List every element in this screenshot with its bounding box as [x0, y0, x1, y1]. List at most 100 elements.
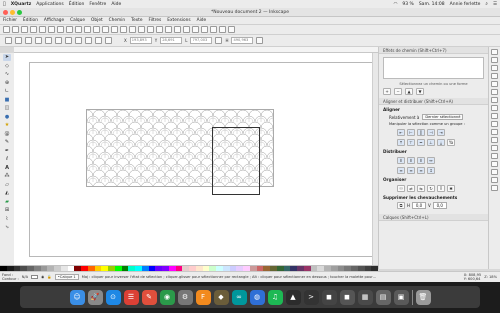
snap-rotation-center-icon[interactable] [491, 153, 498, 159]
zoom-page-icon[interactable] [120, 26, 127, 33]
sketch-dock-icon[interactable]: ✎ [141, 289, 157, 305]
randomize-icon[interactable]: ⁑ [437, 185, 445, 192]
document-properties-icon[interactable] [228, 26, 235, 33]
app-b-dock-icon[interactable]: ▦ [357, 289, 373, 305]
ellipse-tool-icon[interactable]: ● [3, 114, 11, 121]
snap-enable-icon[interactable] [491, 49, 498, 55]
safari-dock-icon[interactable]: ⊙ [105, 289, 121, 305]
select-all-layers-icon[interactable] [15, 37, 22, 44]
zoom-readout[interactable]: Z: 18% [484, 275, 500, 279]
text-tool-icon[interactable]: A [3, 165, 11, 172]
snap-smooth-icon[interactable] [491, 129, 498, 135]
layer-select[interactable]: •Calque 1 [54, 274, 79, 280]
snap-nodes-icon[interactable] [491, 97, 498, 103]
blue-app-dock-icon[interactable]: ◍ [249, 289, 265, 305]
h-field[interactable]: 490,963 [231, 37, 254, 44]
close-window-button[interactable] [3, 10, 8, 15]
star-tool-icon[interactable]: ★ [3, 122, 11, 129]
raise-icon[interactable] [85, 37, 92, 44]
lower-to-bottom-icon[interactable] [105, 37, 112, 44]
macos-menu-item-0[interactable]: XQuartz [11, 2, 32, 7]
unlink-clone-icon[interactable] [147, 26, 154, 33]
drawing-canvas[interactable] [14, 53, 378, 265]
menu-aide[interactable]: Aide [197, 18, 207, 23]
finder-dock-icon[interactable]: ☺ [69, 289, 85, 305]
xml-editor-icon[interactable] [201, 26, 208, 33]
gimp-dock-icon[interactable]: ◆ [213, 289, 229, 305]
print-icon[interactable] [30, 26, 37, 33]
align-top-icon[interactable]: ⊤ [407, 139, 415, 146]
path-effects-title[interactable]: Effets de chemin (Shift+Ctrl+7) [379, 47, 488, 54]
deselect-icon[interactable] [25, 37, 32, 44]
snap-bbox-midpoints-icon[interactable] [491, 81, 498, 87]
align-bottom-edge-icon[interactable]: ⤓ [437, 139, 445, 146]
node-tool-icon[interactable]: ◇ [3, 63, 11, 70]
distribute-center-h-icon[interactable]: ⫴ [407, 157, 415, 164]
raise-to-top-icon[interactable] [75, 37, 82, 44]
spray-tool-icon[interactable]: ⁂ [3, 173, 11, 180]
rotate-ccw-icon[interactable] [35, 37, 42, 44]
eraser-tool-icon[interactable]: ▱ [3, 182, 11, 189]
snap-text-baseline-icon[interactable] [491, 161, 498, 167]
search-icon[interactable]: ⌕ [485, 1, 488, 7]
text-font-icon[interactable] [183, 26, 190, 33]
open-icon[interactable] [12, 26, 19, 33]
snap-bbox-icon[interactable] [491, 57, 498, 63]
dark-app-dock-icon[interactable]: ◼ [321, 289, 337, 305]
center-horizontal-axis-icon[interactable]: ━ [417, 139, 425, 146]
menu-edition[interactable]: Édition [23, 18, 38, 23]
chrome-dock-icon[interactable]: ◉ [159, 289, 175, 305]
fill-stroke-icon[interactable] [174, 26, 181, 33]
relative-to-select[interactable]: Dernier sélectionné [422, 114, 464, 120]
import-icon[interactable] [39, 26, 46, 33]
lock-icon[interactable] [215, 37, 223, 44]
copy-icon[interactable] [75, 26, 82, 33]
cut-icon[interactable] [84, 26, 91, 33]
align-right-icon[interactable]: ⊣ [427, 129, 435, 136]
app-a-dock-icon[interactable]: ◼ [339, 289, 355, 305]
menu-calque[interactable]: Calque [70, 18, 85, 23]
h-gap-field[interactable]: 0,0 [412, 202, 427, 209]
pencil-tool-icon[interactable]: ✎ [3, 139, 11, 146]
snap-bbox-edges-icon[interactable] [491, 65, 498, 71]
wifi-icon[interactable]: ◠ [393, 2, 397, 7]
menu-chemin[interactable]: Chemin [109, 18, 125, 23]
app-d-dock-icon[interactable]: ▣ [393, 289, 409, 305]
snap-guides-icon[interactable] [491, 185, 498, 191]
align-panel-title[interactable]: Aligner et distribuer (Shift+Ctrl+A) [379, 98, 488, 105]
align-icon[interactable] [210, 26, 217, 33]
group-toggle-label[interactable]: Manipuler la sélection comme un groupe : [379, 122, 488, 126]
menu-objet[interactable]: Objet [91, 18, 103, 23]
preferences-icon[interactable] [219, 26, 226, 33]
w-field[interactable]: 797,003 [190, 37, 213, 44]
zoom-drawing-icon[interactable] [111, 26, 118, 33]
distribute-gaps-v-icon[interactable]: ↕ [427, 167, 435, 174]
flip-horizontal-icon[interactable] [55, 37, 62, 44]
spotify-dock-icon[interactable]: ♫ [267, 289, 283, 305]
align-left-edge-icon[interactable]: ⇤ [397, 129, 405, 136]
snap-centers-icon[interactable] [491, 145, 498, 151]
gradient-tool-icon[interactable]: ▰ [3, 199, 11, 206]
minimize-window-button[interactable] [10, 10, 15, 15]
user-name[interactable]: Annie ferlette [450, 2, 481, 7]
spiral-tool-icon[interactable]: @ [3, 131, 11, 138]
units-dropdown[interactable] [256, 37, 264, 44]
calligraphy-tool-icon[interactable]: ℓ [3, 156, 11, 163]
export-icon[interactable] [48, 26, 55, 33]
lower-icon[interactable] [95, 37, 102, 44]
selector-tool-icon[interactable]: ➤ [3, 54, 11, 61]
system-prefs-dock-icon[interactable]: ⚙ [177, 289, 193, 305]
new-document-icon[interactable] [3, 26, 10, 33]
todoist-dock-icon[interactable]: ☰ [123, 289, 139, 305]
mesh-tool-icon[interactable]: ⊞ [3, 207, 11, 214]
distribute-gaps-h-icon[interactable]: ↔ [427, 157, 435, 164]
arduino-dock-icon[interactable]: ∞ [231, 289, 247, 305]
align-bottom-icon[interactable]: ⊥ [427, 139, 435, 146]
effect-up-icon[interactable]: ▲ [405, 88, 413, 95]
menu-filtres[interactable]: Filtres [149, 18, 162, 23]
ungroup-icon[interactable] [165, 26, 172, 33]
distribute-left-icon[interactable]: ⫴ [397, 157, 405, 164]
zoom-selection-icon[interactable] [102, 26, 109, 33]
fill-swatch[interactable] [31, 275, 39, 279]
v-gap-field[interactable]: 0,0 [432, 202, 447, 209]
